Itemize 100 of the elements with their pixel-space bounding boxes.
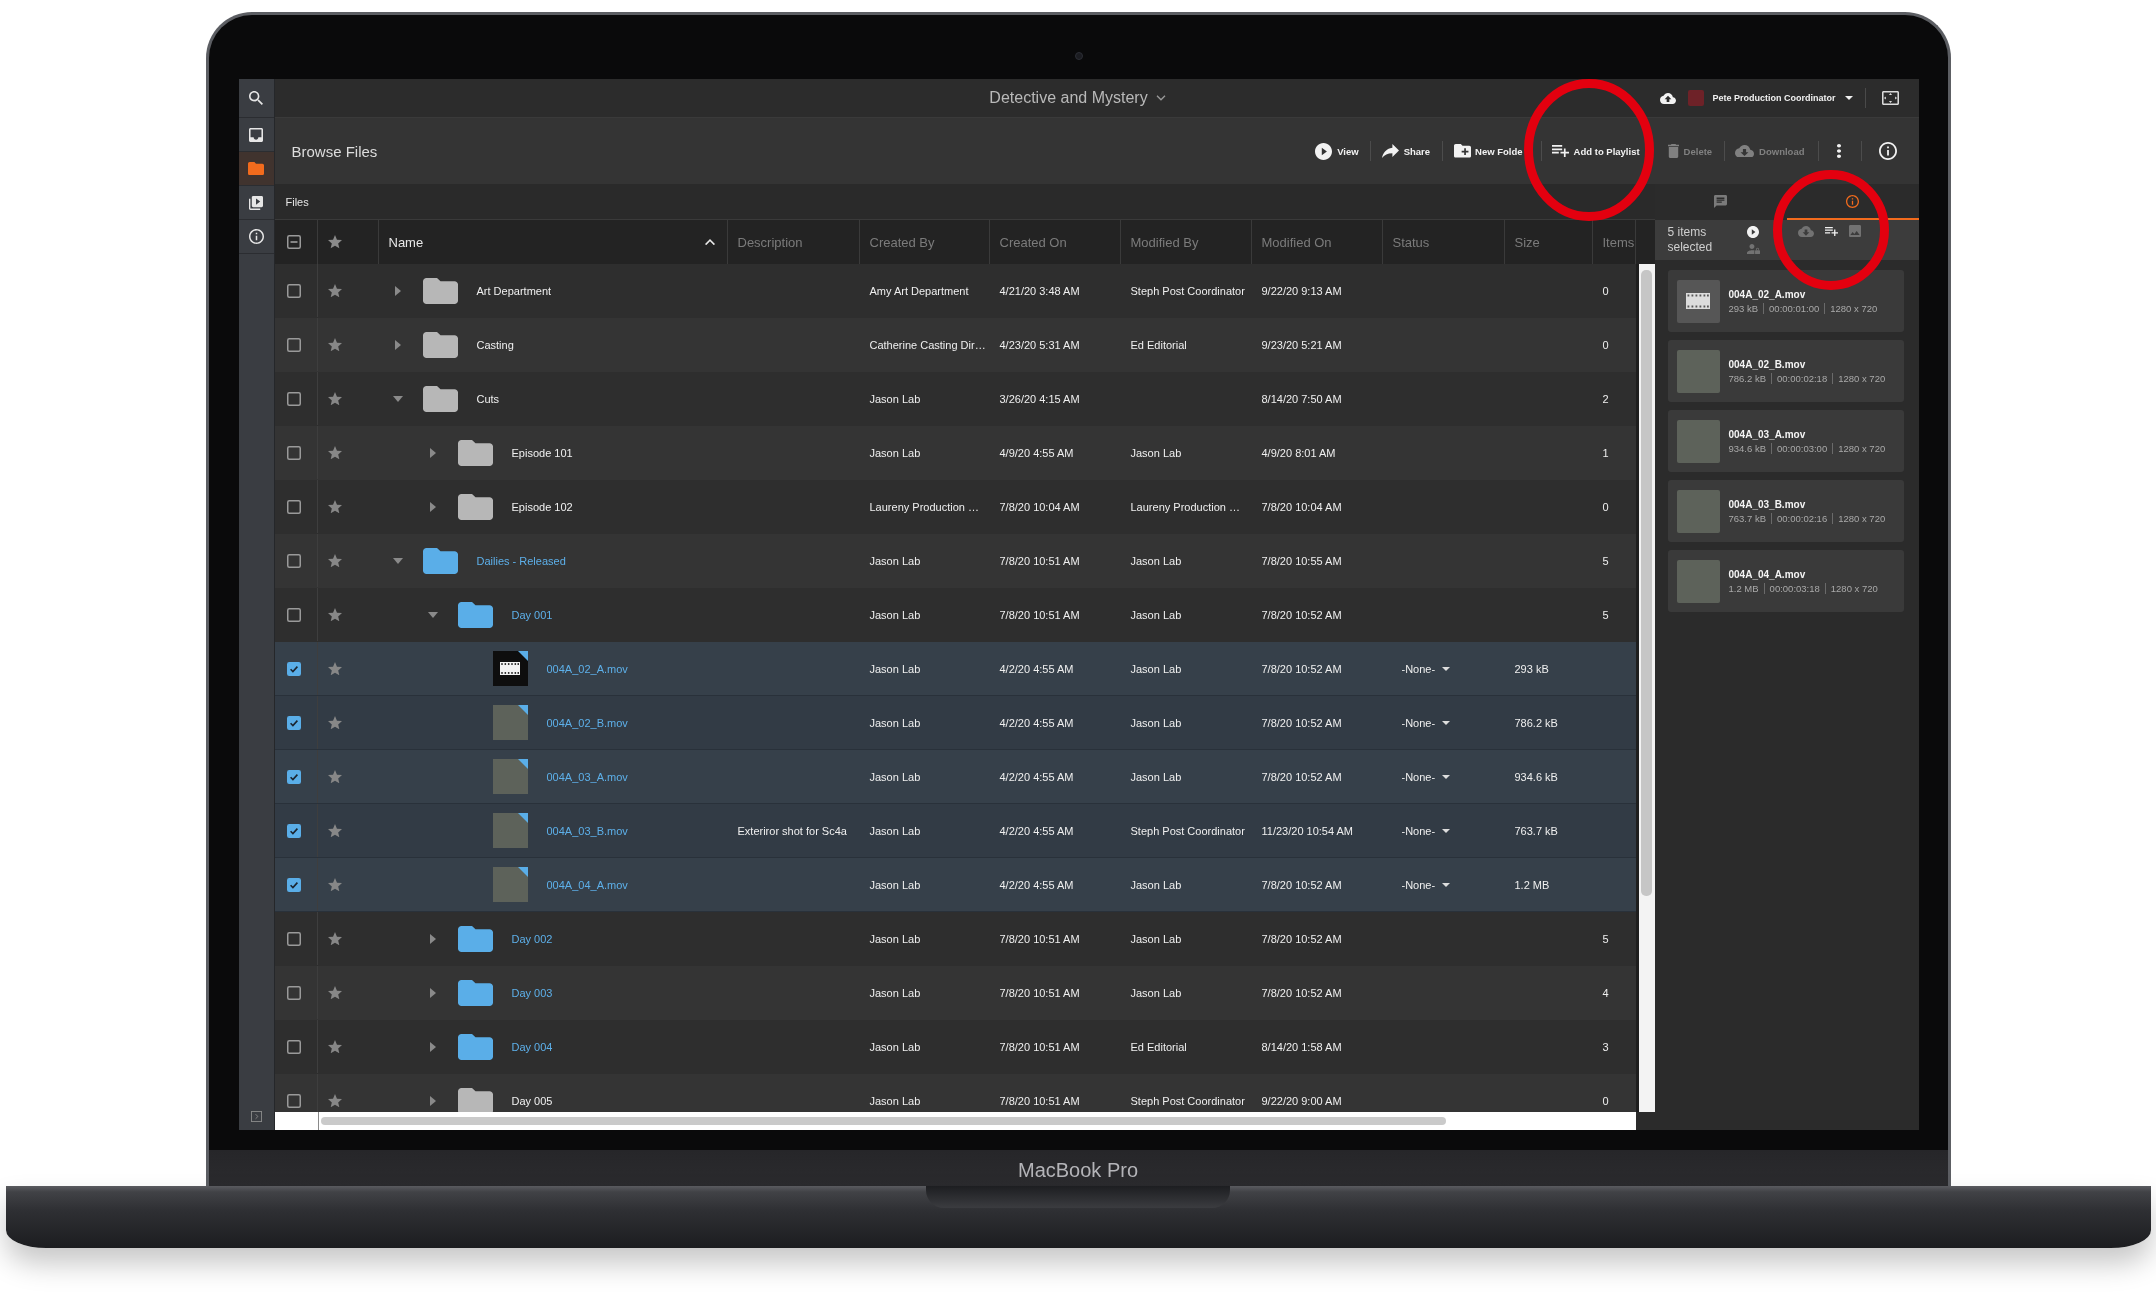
caret-right-icon[interactable] — [429, 1095, 436, 1106]
breadcrumb[interactable]: Files — [285, 195, 309, 208]
folder-name[interactable]: Dailies - Released — [476, 554, 566, 567]
toolbar-button[interactable]: Add to Playlist — [1541, 141, 1653, 161]
row-checkbox[interactable] — [286, 985, 301, 1000]
file-name[interactable]: 004A_03_A.mov — [546, 770, 628, 783]
horizontal-scrollbar[interactable] — [274, 1112, 1636, 1130]
toolbar-button[interactable]: View — [1305, 141, 1371, 161]
folder-name[interactable]: Episode 101 — [511, 446, 573, 459]
row-checkbox[interactable] — [286, 1039, 301, 1054]
row-checkbox[interactable] — [286, 391, 301, 406]
playlist-add-icon[interactable] — [1824, 226, 1838, 236]
row-checkbox[interactable] — [286, 877, 301, 892]
scrollbar-thumb[interactable] — [1640, 270, 1652, 896]
row-checkbox[interactable] — [286, 823, 301, 838]
status-dropdown[interactable]: -None- — [1401, 878, 1451, 891]
table-row[interactable]: Casting Catherine Casting Dir… 4/23/20 5:31 AM Ed Editorial 9/23/20 5:21 AM 0 — [274, 318, 1636, 372]
table-row[interactable]: 004A_04_A.mov Jason Lab 4/2/20 4:55 AM Jason Lab 7/8/20 10:52 AM -None- 1.2 MB — [274, 858, 1636, 912]
star-icon[interactable] — [327, 715, 342, 730]
row-checkbox[interactable] — [286, 283, 301, 298]
folder-name[interactable]: Cuts — [476, 392, 500, 405]
row-checkbox[interactable] — [286, 607, 301, 622]
star-icon[interactable] — [327, 769, 342, 784]
star-icon[interactable] — [327, 1039, 342, 1054]
folder-name[interactable]: Episode 102 — [511, 500, 573, 513]
star-icon[interactable] — [327, 445, 342, 460]
file-card[interactable]: 004A_02_A.mov 293 kB 00:00:01:00 1280 x 720 — [1667, 270, 1904, 332]
star-icon[interactable] — [327, 607, 342, 622]
caret-right-icon[interactable] — [394, 285, 401, 296]
caret-right-icon[interactable] — [429, 1041, 436, 1052]
row-checkbox[interactable] — [286, 1093, 301, 1108]
star-icon[interactable] — [327, 1093, 342, 1108]
table-row[interactable]: Day 005 Jason Lab 7/8/20 10:51 AM Steph Post Coordinator 9/22/20 9:00 AM 0 — [274, 1074, 1636, 1112]
select-all-checkbox[interactable] — [286, 235, 301, 249]
table-row[interactable]: 004A_03_A.mov Jason Lab 4/2/20 4:55 AM Jason Lab 7/8/20 10:52 AM -None- 934.6 kB — [274, 750, 1636, 804]
file-name[interactable]: 004A_03_B.mov — [546, 824, 628, 837]
expand-icon[interactable] — [250, 1110, 262, 1122]
scrollbar-thumb[interactable] — [320, 1117, 1446, 1125]
folder-name[interactable]: Casting — [476, 338, 514, 351]
screen-icon[interactable] — [1881, 91, 1899, 105]
table-row[interactable]: Day 003 Jason Lab 7/8/20 10:51 AM Jason Lab 7/8/20 10:52 AM 4 — [274, 966, 1636, 1020]
file-card[interactable]: 004A_03_B.mov 763.7 kB 00:00:02:16 1280 x 720 — [1667, 480, 1904, 542]
toolbar-button[interactable]: New Folde — [1443, 141, 1542, 161]
file-card[interactable]: 004A_04_A.mov 1.2 MB 00:00:03:18 1280 x 720 — [1667, 550, 1904, 612]
row-checkbox[interactable] — [286, 553, 301, 568]
table-row[interactable]: 004A_03_B.mov Exteriror shot for Sc4a Jason Lab 4/2/20 4:55 AM Steph Post Coordinator 11/23/20 10:54 AM -None- 763.7 kB — [274, 804, 1636, 858]
file-name[interactable]: 004A_02_B.mov — [546, 716, 628, 729]
row-checkbox[interactable] — [286, 769, 301, 784]
row-checkbox[interactable] — [286, 337, 301, 352]
status-dropdown[interactable]: -None- — [1401, 716, 1451, 729]
caret-right-icon[interactable] — [394, 339, 401, 350]
star-icon[interactable] — [327, 283, 342, 298]
file-card[interactable]: 004A_03_A.mov 934.6 kB 00:00:03:00 1280 x 720 — [1667, 410, 1904, 472]
star-icon[interactable] — [327, 931, 342, 946]
row-checkbox[interactable] — [286, 661, 301, 676]
user-menu[interactable]: Pete Production Coordinator — [1712, 93, 1853, 103]
folder-name[interactable]: Day 003 — [511, 986, 553, 999]
row-checkbox[interactable] — [286, 445, 301, 460]
star-icon[interactable] — [327, 985, 342, 1000]
cloud-upload-icon[interactable] — [1660, 92, 1677, 104]
folder-name[interactable]: Day 004 — [511, 1040, 553, 1053]
star-icon[interactable] — [327, 553, 342, 568]
row-checkbox[interactable] — [286, 499, 301, 514]
row-checkbox[interactable] — [286, 715, 301, 730]
star-icon[interactable] — [327, 337, 342, 352]
star-icon[interactable] — [327, 661, 342, 676]
folder-name[interactable]: Day 005 — [511, 1094, 553, 1107]
star-icon[interactable] — [327, 877, 342, 892]
table-row[interactable]: 004A_02_B.mov Jason Lab 4/2/20 4:55 AM Jason Lab 7/8/20 10:52 AM -None- 786.2 kB — [274, 696, 1636, 750]
caret-down-icon[interactable] — [427, 611, 438, 618]
table-row[interactable]: 004A_02_A.mov Jason Lab 4/2/20 4:55 AM Jason Lab 7/8/20 10:52 AM -None- 293 kB — [274, 642, 1636, 696]
file-size: 1.2 MB — [1728, 582, 1759, 594]
caret-down-icon[interactable] — [392, 395, 403, 402]
caret-right-icon[interactable] — [429, 447, 436, 458]
table-row[interactable]: Dailies - Released Jason Lab 7/8/20 10:51 AM Jason Lab 7/8/20 10:55 AM 5 — [274, 534, 1636, 588]
caret-right-icon[interactable] — [429, 933, 436, 944]
file-name[interactable]: 004A_04_A.mov — [546, 878, 628, 891]
status-dropdown[interactable]: -None- — [1401, 662, 1451, 675]
table-cell-text: 4 — [1601, 985, 1610, 1001]
caret-right-icon[interactable] — [429, 987, 436, 998]
file-card[interactable]: 004A_02_B.mov 786.2 kB 00:00:02:18 1280 x 720 — [1667, 340, 1904, 402]
star-icon[interactable] — [327, 499, 342, 514]
caret-down-icon[interactable] — [392, 557, 403, 564]
status-dropdown[interactable]: -None- — [1401, 824, 1451, 837]
info-icon[interactable] — [1878, 142, 1897, 160]
caret-right-icon[interactable] — [429, 501, 436, 512]
folder-name[interactable]: Day 001 — [511, 608, 553, 621]
toolbar-button[interactable]: Share — [1370, 141, 1444, 161]
table-row[interactable]: Episode 101 Jason Lab 4/9/20 4:55 AM Jason Lab 4/9/20 8:01 AM 1 — [274, 426, 1636, 480]
file-name[interactable]: 004A_02_A.mov — [546, 662, 628, 675]
more-vertical-icon[interactable] — [1836, 144, 1841, 158]
project-title[interactable]: Detective and Mystery — [989, 89, 1166, 107]
nav-item[interactable] — [238, 152, 274, 186]
table-cell-text: 934.6 kB — [1513, 769, 1559, 785]
star-icon[interactable] — [327, 391, 342, 406]
folder-name[interactable]: Art Department — [476, 284, 552, 297]
star-icon[interactable] — [327, 823, 342, 838]
row-checkbox[interactable] — [286, 931, 301, 946]
status-dropdown[interactable]: -None- — [1401, 770, 1451, 783]
folder-name[interactable]: Day 002 — [511, 932, 553, 945]
